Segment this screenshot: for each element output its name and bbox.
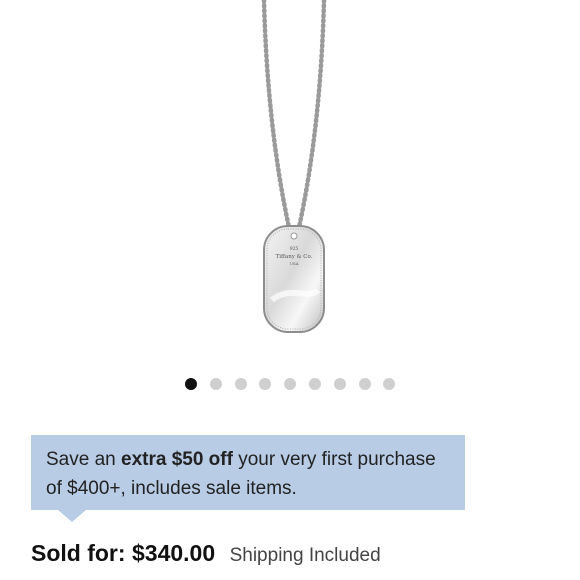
product-image[interactable]: 925 Tiffany & Co. USA (150, 0, 430, 345)
dog-tag (263, 225, 325, 333)
carousel-dot[interactable] (234, 378, 247, 390)
chain-right-strand (295, 0, 327, 235)
price-row: Sold for: $340.00 Shipping Included (31, 540, 381, 574)
chain-left-strand (261, 0, 293, 235)
promo-highlight: extra $50 off (121, 449, 233, 470)
necklace-illustration: 925 Tiffany & Co. USA (261, 0, 327, 333)
carousel-dot[interactable] (185, 378, 197, 390)
carousel-dot[interactable] (209, 378, 222, 390)
sold-for-label: Sold for: (31, 540, 126, 566)
carousel-dot[interactable] (284, 378, 297, 390)
tag-engraving-3: USA (290, 261, 299, 266)
carousel-dot[interactable] (259, 378, 272, 390)
shipping-note: Shipping Included (229, 545, 381, 566)
image-carousel-dots (0, 376, 580, 392)
promo-banner-tail (58, 510, 86, 522)
promo-prefix: Save an (46, 449, 121, 470)
tag-engraving-1: 925 (290, 246, 299, 252)
carousel-dot[interactable] (333, 378, 346, 390)
sold-price: $340.00 (132, 540, 216, 566)
carousel-dot[interactable] (309, 378, 321, 390)
tag-engraving-2: Tiffany & Co. (276, 254, 313, 260)
carousel-dot[interactable] (358, 378, 371, 390)
carousel-dot[interactable] (383, 378, 396, 390)
promo-banner: Save an extra $50 off your very first pu… (31, 435, 465, 510)
